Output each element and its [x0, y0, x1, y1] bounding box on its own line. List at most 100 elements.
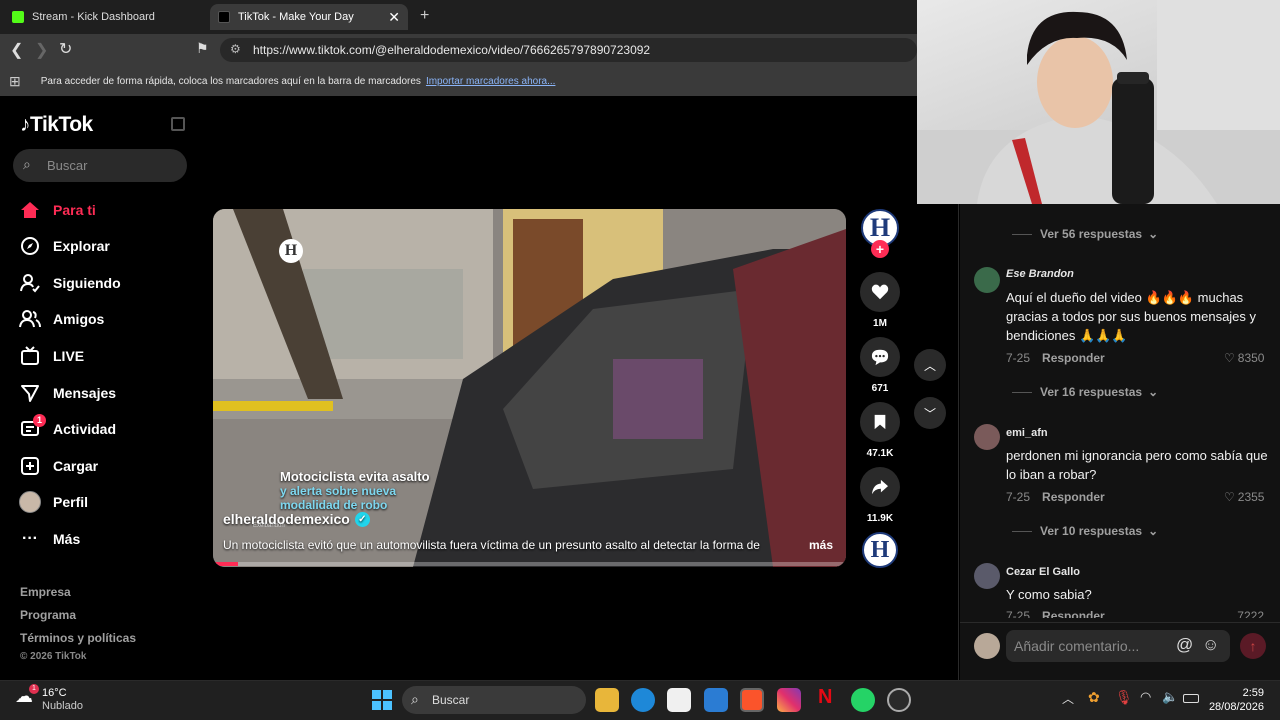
activity-badge: 1 [33, 414, 46, 427]
app-icon[interactable] [887, 688, 911, 712]
heart-outline-icon: ♡ [1224, 351, 1235, 365]
tab-kick[interactable]: Stream - Kick Dashboard [4, 4, 204, 30]
sidebar-item-para-ti[interactable]: Para ti [18, 198, 96, 222]
forward-icon[interactable]: ❯ [35, 40, 48, 60]
comment-input[interactable]: Añadir comentario... @ ☺ [1006, 630, 1230, 662]
video-description: Un motociclista evitó que un automovilis… [223, 538, 760, 552]
comment-username[interactable]: Cezar El Gallo [1006, 566, 1080, 578]
sidebar-item-mensajes[interactable]: Mensajes [18, 381, 116, 405]
heart-outline-icon: ♡ [1224, 490, 1235, 504]
send-comment-button[interactable]: ↑ [1240, 633, 1266, 659]
new-tab-icon[interactable]: + [420, 7, 429, 25]
input-divider [960, 622, 1280, 623]
netflix-icon[interactable]: N [818, 686, 832, 709]
view-replies-button[interactable]: Ver 56 respuestas ⌄ [1012, 227, 1158, 241]
windows-start-icon[interactable] [372, 690, 392, 715]
view-replies-button[interactable]: Ver 10 respuestas ⌄ [1012, 524, 1158, 538]
bookmark-icon[interactable]: ⚑ [196, 40, 209, 57]
wifi-icon[interactable]: ◠ [1140, 689, 1151, 705]
share-button[interactable] [860, 467, 900, 507]
comments-button[interactable] [860, 337, 900, 377]
back-icon[interactable]: ❮ [10, 40, 23, 60]
weather-temp[interactable]: 16°C [42, 687, 67, 699]
search-icon: ⌕ [23, 156, 31, 172]
edge-icon[interactable] [631, 688, 655, 712]
sidebar-item-cargar[interactable]: Cargar [18, 454, 98, 478]
footer-programa[interactable]: Programa [20, 608, 76, 622]
comment-meta: 7-25 Responder [1006, 351, 1105, 365]
footer-empresa[interactable]: Empresa [20, 585, 71, 599]
clock-time[interactable]: 2:59 [1232, 687, 1264, 699]
video-author[interactable]: elheraldodemexico ✓ [223, 511, 370, 527]
tray-app-icon[interactable]: ✿ [1088, 689, 1100, 706]
comment-username[interactable]: emi_afn [1006, 427, 1048, 439]
sidebar-item-mas[interactable]: ··· Más [18, 527, 80, 551]
apps-grid-icon[interactable]: ⊞ [9, 73, 21, 90]
avatar[interactable] [974, 424, 1000, 450]
sidebar-item-amigos[interactable]: Amigos [18, 307, 104, 331]
video-watermark-logo: H [279, 239, 303, 263]
chevron-down-icon: ﹀ [923, 406, 936, 421]
battery-icon[interactable] [1183, 694, 1199, 703]
reply-button[interactable]: Responder [1042, 490, 1105, 504]
chevron-down-icon: ⌄ [1148, 227, 1159, 241]
sidebar-item-actividad[interactable]: 1 Actividad [18, 414, 116, 441]
microphone-icon[interactable]: 🎙 [1115, 689, 1133, 706]
comment-text: Aquí el dueño del video 🔥🔥🔥 muchas graci… [1006, 290, 1257, 343]
sidebar-search-input[interactable]: ⌕ Buscar [13, 149, 187, 182]
mention-icon[interactable]: @ [1176, 635, 1193, 655]
weather-desc: Nublado [42, 700, 83, 712]
video-progress-track[interactable] [213, 562, 846, 566]
video-more-button[interactable]: más [809, 538, 833, 552]
comment-username[interactable]: Ese Brandon [1006, 268, 1074, 280]
tab-tiktok[interactable]: TikTok - Make Your Day ✕ [210, 4, 408, 30]
weather-alert-badge: 1 [29, 684, 39, 694]
reload-icon[interactable]: ↻ [59, 39, 72, 59]
comment-like-button[interactable]: ♡ 2355 [1224, 490, 1264, 504]
import-bookmarks-link[interactable]: Importar marcadores ahora... [426, 76, 556, 87]
live-icon [18, 344, 42, 368]
search-icon: ⌕ [411, 691, 419, 707]
collapse-sidebar-icon[interactable] [171, 117, 185, 131]
prev-video-button[interactable]: ︿ [914, 349, 946, 381]
comment-like-button[interactable]: ♡ 8350 [1224, 351, 1264, 365]
sidebar-item-perfil[interactable]: Perfil [18, 490, 88, 514]
following-icon [18, 271, 42, 295]
avatar[interactable] [974, 267, 1000, 293]
sidebar-item-live[interactable]: LIVE [18, 344, 84, 368]
sidebar-item-explorar[interactable]: Explorar [18, 234, 110, 258]
volume-icon[interactable]: 🔈 [1162, 689, 1178, 705]
view-replies-button[interactable]: Ver 16 respuestas ⌄ [1012, 385, 1158, 399]
chevron-up-icon: ︿ [923, 358, 936, 373]
brave-icon[interactable] [740, 688, 764, 712]
video-player[interactable]: H Motociclista evita asalto y alerta sob… [213, 209, 846, 567]
outlook-icon[interactable] [704, 688, 728, 712]
tiktok-logo[interactable]: ♪TikTok [20, 113, 93, 137]
reply-button[interactable]: Responder [1042, 351, 1105, 365]
friends-icon [18, 307, 42, 331]
tray-expand-icon[interactable]: ︿ [1062, 690, 1074, 707]
store-icon[interactable] [667, 688, 691, 712]
file-explorer-icon[interactable] [595, 688, 619, 712]
emoji-icon[interactable]: ☺ [1202, 635, 1219, 655]
tiktok-favicon-icon [218, 11, 230, 23]
sidebar-item-siguiendo[interactable]: Siguiendo [18, 271, 121, 295]
next-video-button[interactable]: ﹀ [914, 397, 946, 429]
music-disc-avatar[interactable]: H [862, 532, 898, 568]
taskbar-search[interactable]: ⌕ Buscar [402, 686, 586, 714]
close-tab-icon[interactable]: ✕ [388, 9, 400, 26]
clock-date[interactable]: 28/08/2026 [1200, 701, 1264, 713]
chevron-down-icon: ⌄ [1148, 385, 1159, 399]
save-button[interactable] [860, 402, 900, 442]
arrow-up-icon: ↑ [1249, 638, 1257, 654]
follow-plus-icon[interactable]: + [871, 240, 889, 258]
url-field[interactable]: ⚙ https://www.tiktok.com/@elheraldodemex… [220, 38, 917, 62]
like-button[interactable] [860, 272, 900, 312]
site-info-icon[interactable]: ⚙ [230, 42, 241, 56]
avatar[interactable] [974, 563, 1000, 589]
kick-favicon-icon [12, 11, 24, 23]
footer-terminos[interactable]: Términos y políticas [20, 631, 136, 645]
instagram-icon[interactable] [777, 688, 801, 712]
heart-icon [871, 284, 889, 300]
whatsapp-icon[interactable] [851, 688, 875, 712]
